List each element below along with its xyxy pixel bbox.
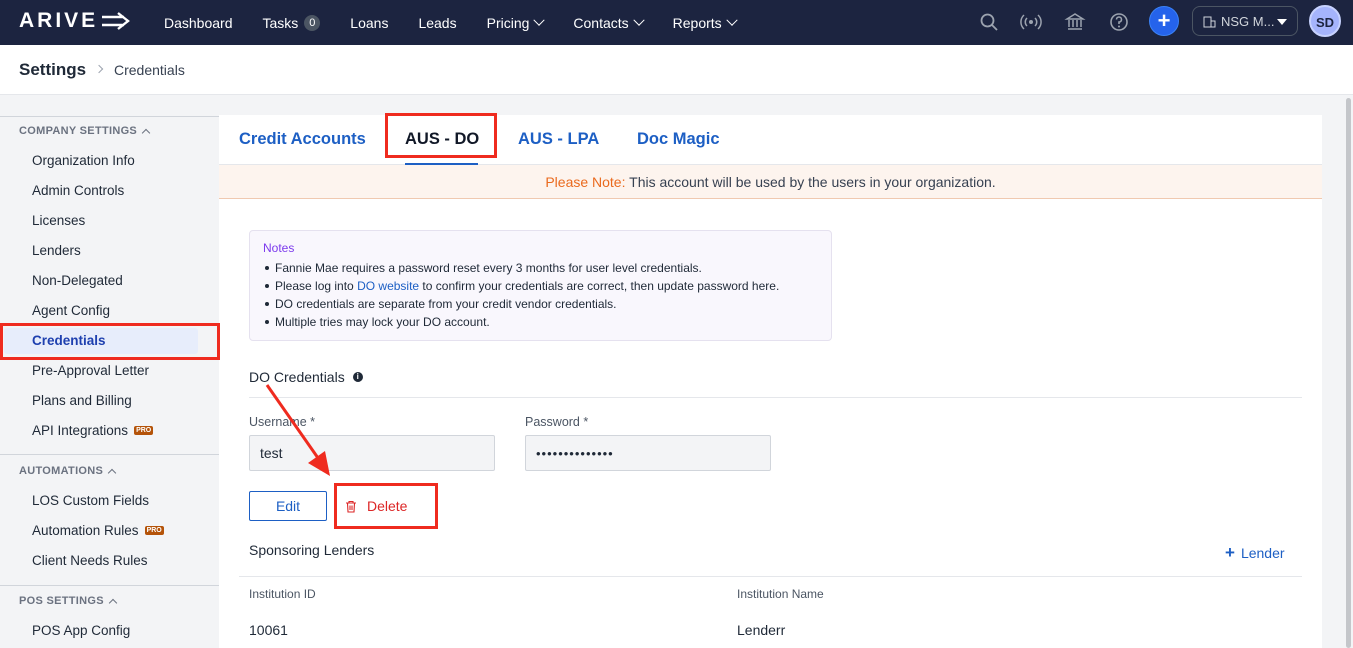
nav-pricing[interactable]: Pricing: [487, 14, 546, 31]
table-cell-institution-name: Lenderr: [737, 622, 786, 638]
list-item: DO credentials are separate from your cr…: [263, 295, 818, 313]
divider: [0, 454, 219, 455]
pro-badge: PRO: [134, 426, 154, 435]
nav-menu: Dashboard Tasks 0 Loans Leads Pricing Con…: [164, 0, 766, 45]
nav-reports[interactable]: Reports: [673, 14, 738, 31]
divider: [249, 397, 1302, 398]
caret-down-icon: [1277, 19, 1287, 25]
tab-aus-lpa[interactable]: AUS - LPA: [518, 130, 599, 149]
org-selector[interactable]: NSG M...: [1192, 6, 1298, 36]
sponsoring-lenders-heading: Sponsoring Lenders: [249, 542, 375, 558]
sidebar-item-organization-info[interactable]: Organization Info: [32, 153, 135, 168]
username-label: Username *: [249, 415, 315, 429]
section-automations[interactable]: AUTOMATIONS: [19, 465, 117, 477]
highlight-delete-button: [334, 483, 438, 529]
table-cell-institution-id: 10061: [249, 622, 288, 638]
arive-logo[interactable]: ARIVE: [19, 9, 136, 33]
divider: [0, 116, 219, 117]
sidebar-item-licenses[interactable]: Licenses: [32, 213, 85, 228]
nav-loans[interactable]: Loans: [350, 15, 388, 31]
sidebar-item-agent-config[interactable]: Agent Config: [32, 303, 110, 318]
broadcast-icon[interactable]: [1020, 11, 1042, 33]
help-icon[interactable]: [1108, 11, 1130, 33]
sidebar-item-plans-and-billing[interactable]: Plans and Billing: [32, 393, 132, 408]
chevron-up-icon: [107, 468, 117, 477]
top-nav: ARIVE Dashboard Tasks 0 Loans Leads Prici…: [0, 0, 1353, 45]
sidebar-item-api-integrations[interactable]: API Integrations PRO: [32, 423, 154, 438]
pro-badge: PRO: [144, 526, 164, 535]
section-company-settings[interactable]: COMPANY SETTINGS: [19, 125, 151, 137]
sidebar-item-automation-rules[interactable]: Automation Rules PRO: [32, 523, 164, 538]
nav-tasks[interactable]: Tasks 0: [263, 14, 321, 31]
sidebar-item-pre-approval-letter[interactable]: Pre-Approval Letter: [32, 363, 149, 378]
page-title[interactable]: Settings: [19, 60, 86, 80]
tasks-count-badge: 0: [304, 14, 321, 31]
sidebar-item-admin-controls[interactable]: Admin Controls: [32, 183, 124, 198]
credentials-panel: Credit Accounts AUS - DO AUS - LPA Doc M…: [219, 115, 1322, 648]
divider: [239, 576, 1302, 577]
notes-title: Notes: [263, 241, 295, 255]
chevron-down-icon: [632, 14, 645, 26]
column-header-institution-id: Institution ID: [249, 587, 316, 601]
sidebar-item-lenders[interactable]: Lenders: [32, 243, 81, 258]
username-field[interactable]: [249, 435, 495, 471]
notice-text: This account will be used by the users i…: [625, 174, 996, 190]
chevron-down-icon: [533, 14, 546, 26]
search-icon[interactable]: [978, 11, 1000, 33]
sidebar-item-client-needs-rules[interactable]: Client Needs Rules: [32, 553, 148, 568]
arrow-logo-icon: [102, 12, 131, 30]
password-label: Password *: [525, 415, 589, 429]
page-header: Settings Credentials: [0, 45, 1353, 95]
notice-prefix: Please Note:: [545, 174, 626, 190]
list-item: Multiple tries may lock your DO account.: [263, 313, 818, 331]
sidebar-item-non-delegated[interactable]: Non-Delegated: [32, 273, 123, 288]
plus-icon[interactable]: +: [1149, 6, 1179, 36]
section-pos-settings[interactable]: POS SETTINGS: [19, 595, 118, 607]
password-field[interactable]: [525, 435, 771, 471]
notes-box: Notes Fannie Mae requires a password res…: [249, 230, 832, 341]
list-item: Please log into DO website to confirm yo…: [263, 277, 818, 295]
chevron-up-icon: [108, 598, 118, 607]
notes-list: Fannie Mae requires a password reset eve…: [263, 259, 818, 331]
add-lender-button[interactable]: + Lender: [1225, 543, 1285, 563]
do-website-link[interactable]: DO website: [357, 279, 419, 293]
sidebar-item-los-custom-fields[interactable]: LOS Custom Fields: [32, 493, 149, 508]
building-icon: [1203, 16, 1216, 27]
highlight-aus-do-tab: [385, 113, 497, 158]
chevron-up-icon: [141, 128, 151, 137]
chevron-down-icon: [726, 14, 738, 26]
highlight-credentials: [0, 323, 220, 360]
settings-sidebar: COMPANY SETTINGS Organization Info Admin…: [0, 96, 219, 648]
list-item: Fannie Mae requires a password reset eve…: [263, 259, 818, 277]
plus-icon: +: [1225, 543, 1235, 562]
tab-doc-magic[interactable]: Doc Magic: [637, 130, 720, 149]
info-icon[interactable]: i: [352, 372, 363, 382]
scrollbar-thumb[interactable]: [1346, 98, 1351, 648]
sidebar-item-pos-app-config[interactable]: POS App Config: [32, 623, 130, 638]
avatar[interactable]: SD: [1309, 5, 1341, 37]
edit-button[interactable]: Edit: [249, 491, 327, 521]
nav-dashboard[interactable]: Dashboard: [164, 15, 233, 31]
divider: [0, 585, 219, 586]
nav-leads[interactable]: Leads: [418, 15, 456, 31]
notice-banner: Please Note: This account will be used b…: [219, 165, 1322, 199]
column-header-institution-name: Institution Name: [737, 587, 824, 601]
breadcrumb: Credentials: [114, 62, 185, 78]
tab-credit-accounts[interactable]: Credit Accounts: [239, 130, 366, 149]
do-credentials-heading: DO Credentials i: [249, 369, 363, 385]
nav-contacts[interactable]: Contacts: [573, 14, 645, 31]
chevron-right-icon: [94, 64, 104, 74]
bank-icon[interactable]: [1064, 11, 1086, 33]
